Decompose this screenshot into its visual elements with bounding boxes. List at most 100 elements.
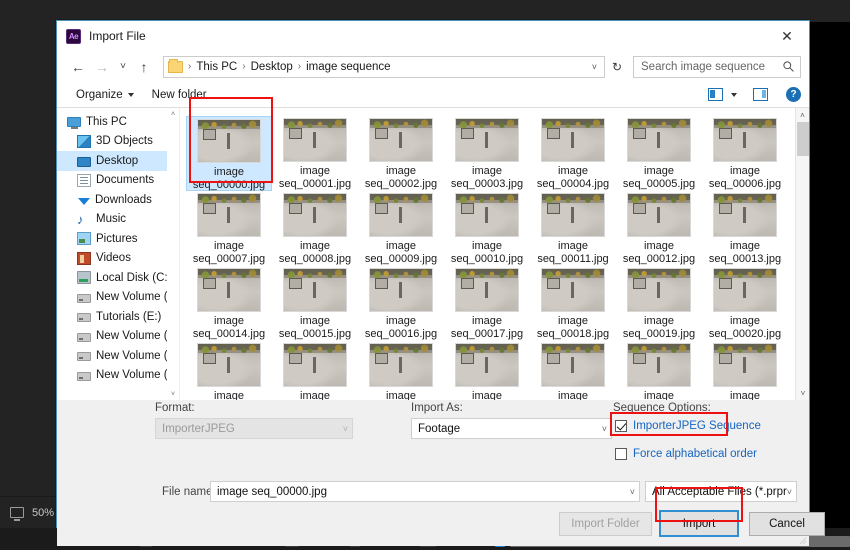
file-tile[interactable]: image seq_00011.jpg: [530, 191, 616, 266]
import-button[interactable]: Import: [659, 510, 739, 537]
sidebar-item-desktop[interactable]: Desktop: [57, 151, 179, 171]
chevron-down-icon[interactable]: [731, 92, 737, 97]
sequence-checkbox-row[interactable]: ImporterJPEG Sequence: [615, 420, 761, 432]
close-icon[interactable]: ✕: [765, 21, 809, 51]
sidebar-item-new-volume-f[interactable]: New Volume (F:): [57, 327, 179, 347]
file-thumbnail: [541, 193, 605, 237]
dialog-body: This PC 3D Objects Desktop Documents Downloa…: [57, 108, 809, 400]
file-name: image seq_00001.jpg: [272, 165, 358, 191]
file-name-line1: image: [472, 165, 502, 177]
file-name-input[interactable]: image seq_00000.jpg ˅: [210, 481, 640, 502]
file-tile[interactable]: image seq_00005.jpg: [616, 116, 702, 191]
import-as-value: Footage: [418, 422, 461, 435]
importer-jpeg-sequence-checkbox[interactable]: [615, 420, 627, 432]
scroll-down-icon[interactable]: ˅: [167, 388, 179, 400]
resize-grip-icon[interactable]: [797, 535, 807, 545]
navigation-pane: This PC 3D Objects Desktop Documents Downloa…: [57, 108, 179, 400]
file-name-line2: seq_00013.jpg: [708, 253, 782, 265]
file-tile[interactable]: image: [616, 341, 702, 400]
force-alphabetical-label[interactable]: Force alphabetical order: [633, 448, 757, 460]
up-icon[interactable]: ↑: [133, 56, 155, 78]
sidebar-item-3d-objects[interactable]: 3D Objects: [57, 132, 179, 152]
file-name-line1: image: [300, 390, 330, 400]
organize-button[interactable]: Organize: [69, 86, 141, 104]
sidebar-item-this-pc[interactable]: This PC: [57, 112, 179, 132]
search-box[interactable]: [633, 55, 801, 78]
file-tile[interactable]: image: [530, 341, 616, 400]
scroll-up-icon[interactable]: ˄: [167, 108, 179, 120]
file-name-line2: seq_00001.jpg: [278, 178, 352, 190]
file-tile[interactable]: image seq_00018.jpg: [530, 266, 616, 341]
force-alphabetical-checkbox[interactable]: [615, 448, 627, 460]
import-as-label: Import As:: [411, 402, 463, 414]
sidebar-item-videos[interactable]: Videos: [57, 249, 179, 269]
file-thumbnail: [197, 193, 261, 237]
file-tile[interactable]: image: [702, 341, 788, 400]
sidebar-item-tutorials-e[interactable]: Tutorials (E:): [57, 307, 179, 327]
file-tile[interactable]: image seq_00020.jpg: [702, 266, 788, 341]
file-tile[interactable]: image seq_00014.jpg: [186, 266, 272, 341]
recent-locations-icon[interactable]: ˅: [115, 56, 131, 78]
breadcrumb-image-sequence[interactable]: image sequence: [306, 61, 390, 73]
file-tile[interactable]: image seq_00000.jpg: [186, 116, 272, 191]
preview-pane-icon[interactable]: [753, 88, 768, 101]
file-tile[interactable]: image seq_00006.jpg: [702, 116, 788, 191]
file-list-scrollbar[interactable]: ˄ ˅: [795, 108, 809, 400]
sidebar-item-new-volume-i[interactable]: New Volume (I:): [57, 366, 179, 386]
breadcrumb-this-pc[interactable]: This PC: [196, 61, 237, 73]
host-app-top-strip: [0, 0, 850, 22]
file-tile[interactable]: image seq_00002.jpg: [358, 116, 444, 191]
chevron-down-icon[interactable]: ˅: [589, 62, 600, 72]
file-name-line1: image: [300, 165, 330, 177]
sidebar-item-new-volume-g[interactable]: New Volume (G:: [57, 346, 179, 366]
address-bar[interactable]: › This PC › Desktop › image sequence ˅: [163, 55, 605, 78]
forward-icon[interactable]: →: [91, 56, 113, 78]
file-name-line1: image: [214, 166, 244, 178]
breadcrumb-desktop[interactable]: Desktop: [251, 61, 293, 73]
importer-jpeg-sequence-label[interactable]: ImporterJPEG Sequence: [633, 420, 761, 432]
sidebar-item-label: This PC: [86, 115, 127, 128]
music-icon: ♪: [77, 211, 84, 227]
force-alphabetical-row[interactable]: Force alphabetical order: [615, 448, 757, 460]
file-tile[interactable]: image seq_00003.jpg: [444, 116, 530, 191]
scrollbar-thumb[interactable]: [797, 122, 809, 156]
sidebar-item-music[interactable]: ♪ Music: [57, 210, 179, 230]
search-input[interactable]: [639, 59, 782, 74]
sidebar-item-label: 3D Objects: [96, 135, 153, 148]
file-tile[interactable]: image seq_00013.jpg: [702, 191, 788, 266]
sidebar-item-new-volume-d[interactable]: New Volume (D:: [57, 288, 179, 308]
file-tile[interactable]: image: [186, 341, 272, 400]
refresh-icon[interactable]: ↻: [607, 56, 627, 78]
view-options-icon[interactable]: [708, 88, 723, 101]
file-name: image seq_00015.jpg: [272, 315, 358, 341]
sidebar-scrollbar[interactable]: ˄ ˅: [167, 108, 179, 400]
import-as-dropdown[interactable]: Footage ˅: [411, 418, 612, 439]
file-type-dropdown[interactable]: All Acceptable Files (*.prproj;*.c ˅: [645, 481, 797, 502]
file-tile[interactable]: image seq_00015.jpg: [272, 266, 358, 341]
file-tile[interactable]: image seq_00019.jpg: [616, 266, 702, 341]
file-tile[interactable]: image seq_00010.jpg: [444, 191, 530, 266]
file-tile[interactable]: image: [358, 341, 444, 400]
file-tile[interactable]: image seq_00016.jpg: [358, 266, 444, 341]
file-tile[interactable]: image seq_00009.jpg: [358, 191, 444, 266]
file-tile[interactable]: image seq_00004.jpg: [530, 116, 616, 191]
monitor-icon: [10, 507, 24, 521]
back-icon[interactable]: ←: [67, 56, 89, 78]
sidebar-item-downloads[interactable]: Downloads: [57, 190, 179, 210]
file-tile[interactable]: image seq_00001.jpg: [272, 116, 358, 191]
new-folder-button[interactable]: New folder: [145, 86, 214, 104]
file-tile[interactable]: image: [272, 341, 358, 400]
drive-icon: [77, 332, 91, 342]
file-tile[interactable]: image: [444, 341, 530, 400]
file-tile[interactable]: image seq_00008.jpg: [272, 191, 358, 266]
sidebar-item-documents[interactable]: Documents: [57, 171, 179, 191]
sidebar-item-local-disk-c[interactable]: Local Disk (C:): [57, 268, 179, 288]
help-icon[interactable]: ?: [786, 87, 801, 102]
sidebar-item-pictures[interactable]: Pictures: [57, 229, 179, 249]
scroll-up-icon[interactable]: ˄: [796, 108, 809, 122]
cancel-button[interactable]: Cancel: [749, 512, 825, 536]
file-tile[interactable]: image seq_00012.jpg: [616, 191, 702, 266]
file-tile[interactable]: image seq_00007.jpg: [186, 191, 272, 266]
scroll-down-icon[interactable]: ˅: [796, 386, 809, 400]
file-tile[interactable]: image seq_00017.jpg: [444, 266, 530, 341]
